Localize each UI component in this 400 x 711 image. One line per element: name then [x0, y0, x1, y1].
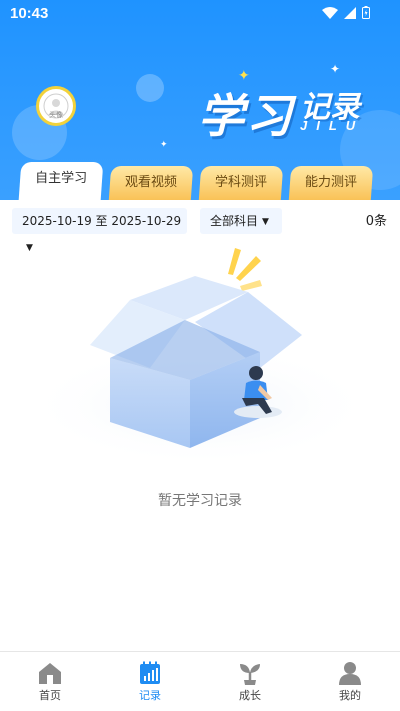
nav-item-mine[interactable]: 我的: [300, 652, 400, 711]
subject-dropdown[interactable]: 全部科目 ▼: [200, 208, 282, 234]
tab-label: 学科测评: [214, 175, 267, 190]
nav-item-home[interactable]: 首页: [0, 652, 100, 711]
subject-value: 全部科目: [210, 214, 259, 228]
sprout-icon: [240, 664, 260, 685]
page-title-pinyin: JILU: [300, 118, 365, 133]
bottom-nav: 首页 记录 成长 我的: [0, 651, 400, 711]
empty-box-illustration: [25, 248, 375, 467]
page-title: 学习: [198, 89, 294, 143]
decor-bubble: [136, 74, 164, 102]
avatar-label: 头像: [49, 111, 63, 119]
nav-label: 成长: [239, 689, 261, 702]
tab-watch-video[interactable]: 观看视频: [108, 166, 194, 200]
record-count: 0条: [365, 214, 387, 229]
caret-down-icon: ▼: [262, 217, 269, 227]
tab-label: 观看视频: [124, 175, 177, 190]
tab-label: 能力测评: [304, 175, 357, 190]
status-icons: [322, 6, 370, 19]
status-time: 10:43: [10, 5, 49, 22]
tab-self-study[interactable]: 自主学习: [18, 162, 104, 200]
empty-state-message: 暂无学习记录: [158, 493, 242, 509]
battery-icon: [362, 6, 370, 19]
filter-bar: 2025-10-19 至 2025-10-29▼ 全部科目 ▼ 0条: [0, 200, 400, 253]
sparkle-icon: ✦: [160, 140, 168, 150]
date-range-value: 2025-10-19 至 2025-10-29: [22, 214, 182, 228]
date-range-dropdown[interactable]: 2025-10-19 至 2025-10-29▼: [12, 208, 187, 253]
tab-ability-assessment[interactable]: 能力测评: [288, 166, 374, 200]
nav-item-growth[interactable]: 成长: [200, 652, 300, 711]
home-icon: [39, 663, 61, 684]
tab-subject-assessment[interactable]: 学科测评: [198, 166, 284, 200]
wifi-icon: [322, 6, 338, 19]
record-icon: [140, 661, 160, 684]
tab-label: 自主学习: [35, 171, 88, 186]
avatar[interactable]: 头像: [36, 86, 76, 126]
nav-item-record[interactable]: 记录: [100, 652, 200, 711]
nav-label: 记录: [139, 689, 161, 702]
status-bar: 10:43: [0, 0, 400, 28]
nav-label: 我的: [339, 689, 361, 702]
sparkle-icon: ✦: [330, 62, 341, 76]
signal-icon: [344, 6, 356, 19]
nav-label: 首页: [39, 689, 61, 702]
record-tabs: 自主学习 观看视频 学科测评 能力测评: [18, 162, 388, 200]
profile-icon: [339, 662, 361, 685]
